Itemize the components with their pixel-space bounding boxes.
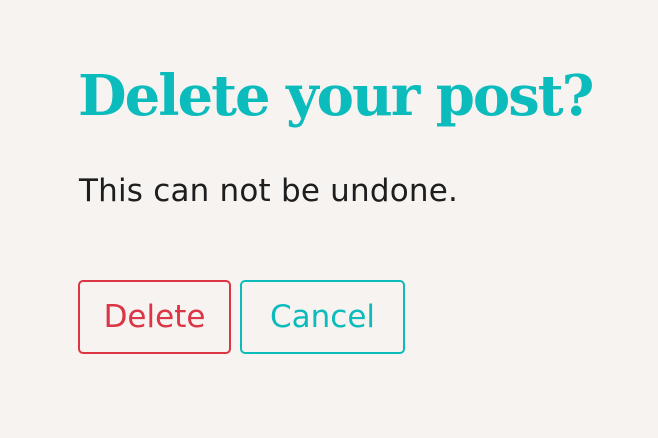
dialog-message: This can not be undone. [79,173,459,209]
dialog-title: Delete your post? [78,63,594,129]
delete-post-dialog: Delete your post? This can not be undone… [0,0,658,438]
cancel-button[interactable]: Cancel [240,280,405,354]
delete-button[interactable]: Delete [78,280,231,354]
